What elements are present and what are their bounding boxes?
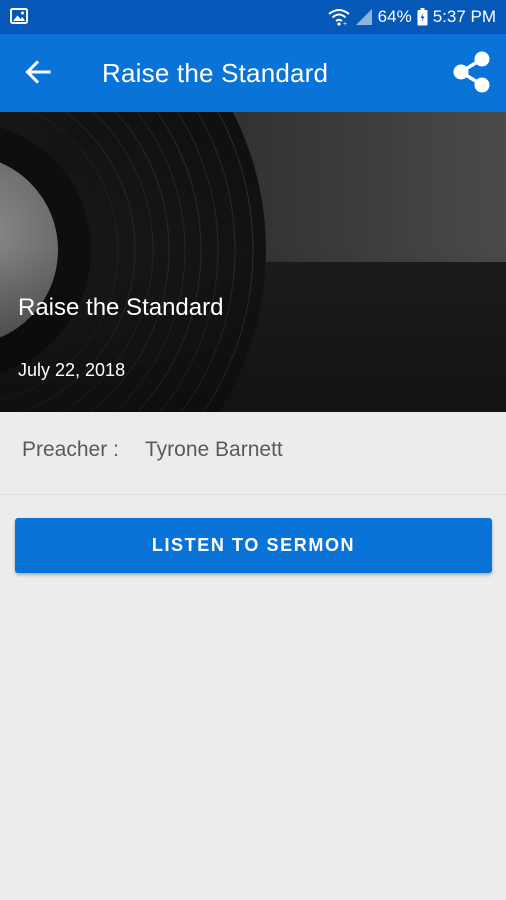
status-icons: + 64% 5:37 PM (328, 0, 496, 34)
battery-percent: 64% (377, 7, 412, 26)
battery-icon (417, 8, 428, 26)
listen-to-sermon-button[interactable]: LISTEN TO SERMON (15, 518, 492, 573)
share-button[interactable] (450, 50, 494, 99)
wifi-icon: + (328, 8, 350, 26)
page-title: Raise the Standard (102, 58, 329, 88)
svg-text:+: + (343, 21, 347, 26)
status-bar: + 64% 5:37 PM (0, 0, 506, 34)
sermon-title: Raise the Standard (18, 294, 224, 321)
preacher-row: Preacher : Tyrone Barnett (0, 412, 506, 495)
share-icon (452, 50, 492, 99)
clock: 5:37 PM (432, 7, 496, 26)
app-bar: Raise the Standard (0, 34, 506, 112)
preacher-label: Preacher : (22, 438, 119, 461)
image-icon (10, 8, 28, 24)
sermon-date: July 22, 2018 (18, 360, 126, 380)
preacher-name: Tyrone Barnett (145, 438, 283, 461)
sermon-hero: Raise the Standard July 22, 2018 (0, 112, 506, 412)
back-button[interactable] (20, 56, 56, 92)
arrow-back-icon (25, 59, 51, 90)
signal-icon (355, 8, 373, 26)
